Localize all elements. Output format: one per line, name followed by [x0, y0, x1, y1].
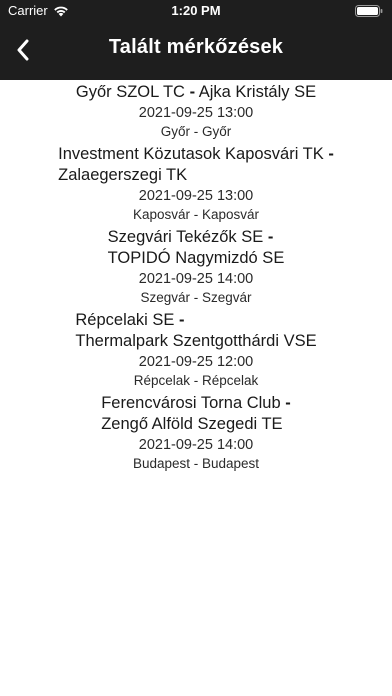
match-item[interactable]: Szegvári Tekézők SE - TOPIDÓ Nagymizdó SE… — [0, 227, 392, 307]
status-time: 1:20 PM — [171, 3, 221, 18]
home-team: Ferencvárosi Torna Club — [101, 394, 281, 412]
match-teams: Szegvári Tekézők SE - TOPIDÓ Nagymizdó SE — [108, 227, 285, 269]
match-list: Győr SZOL TC - Ajka Kristály SE 2021-09-… — [0, 82, 392, 476]
away-team: TOPIDÓ Nagymizdó SE — [107, 249, 285, 267]
match-datetime: 2021-09-25 14:00 — [138, 271, 254, 287]
team-separator: - — [179, 311, 185, 329]
match-datetime: 2021-09-25 13:00 — [138, 188, 254, 204]
match-teams: Győr SZOL TC - Ajka Kristály SE — [76, 82, 316, 103]
match-item[interactable]: Győr SZOL TC - Ajka Kristály SE 2021-09-… — [0, 82, 392, 141]
top-bar: Carrier 1:20 PM Talált mérkőzések — [0, 0, 392, 80]
home-team: Répcelaki SE — [75, 311, 175, 329]
navigation-bar: Talált mérkőzések — [0, 24, 392, 76]
chevron-left-icon — [17, 39, 29, 61]
match-venue: Szegvár - Szegvár — [140, 290, 252, 305]
away-team: Zengő Alföld Szegedi TE — [101, 415, 283, 433]
away-team: Ajka Kristály SE — [198, 83, 317, 101]
match-item[interactable]: Ferencvárosi Torna Club - Zengő Alföld Sz… — [0, 393, 392, 473]
match-teams: Répcelaki SE - Thermalpark Szentgotthárdi… — [75, 310, 316, 352]
battery-icon — [355, 5, 383, 17]
away-team: Zalaegerszegi TK — [58, 166, 188, 184]
match-datetime: 2021-09-25 14:00 — [138, 437, 254, 453]
match-datetime: 2021-09-25 13:00 — [138, 105, 254, 121]
team-separator: - — [328, 145, 334, 163]
team-separator: - — [189, 83, 196, 101]
page-title: Talált mérkőzések — [108, 36, 284, 58]
match-teams: Ferencvárosi Torna Club - Zengő Alföld Sz… — [101, 393, 291, 435]
match-venue: Kaposvár - Kaposvár — [132, 207, 260, 222]
match-item[interactable]: Répcelaki SE - Thermalpark Szentgotthárdi… — [0, 310, 392, 390]
team-separator: - — [267, 228, 274, 246]
match-venue: Répcelak - Répcelak — [133, 373, 259, 388]
away-team: Thermalpark Szentgotthárdi VSE — [75, 332, 317, 350]
home-team: Győr SZOL TC — [75, 83, 185, 101]
match-item[interactable]: Investment Közutasok Kaposvári TK - Zalae… — [0, 144, 392, 224]
match-teams: Investment Közutasok Kaposvári TK - Zalae… — [58, 144, 334, 186]
match-datetime: 2021-09-25 12:00 — [138, 354, 254, 370]
back-button[interactable] — [6, 32, 40, 68]
match-venue: Budapest - Budapest — [132, 456, 260, 471]
home-team: Investment Közutasok Kaposvári TK — [58, 145, 324, 163]
team-separator: - — [285, 394, 291, 412]
match-venue: Győr - Győr — [160, 124, 232, 139]
status-bar: Carrier 1:20 PM — [0, 0, 392, 24]
home-team: Szegvári Tekézők SE — [107, 228, 264, 246]
